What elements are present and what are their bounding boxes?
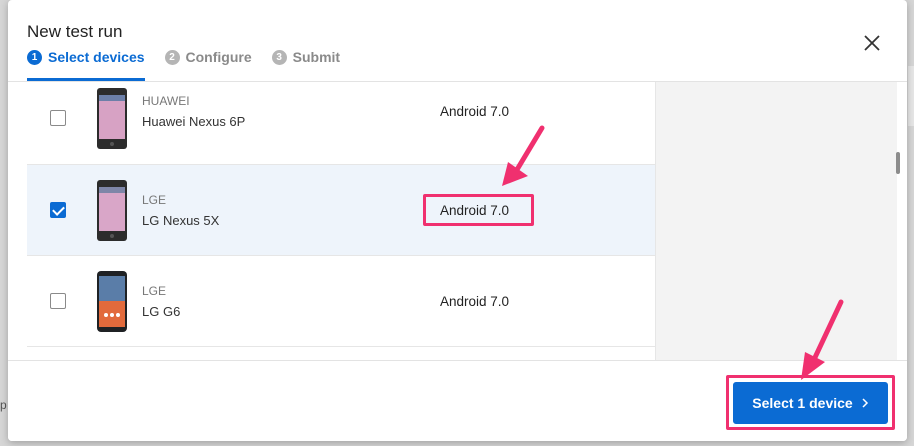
device-model: Huawei Nexus 6P bbox=[142, 114, 246, 129]
wizard-steps: 1 Select devices 2 Configure 3 Submit bbox=[27, 47, 360, 82]
step-configure[interactable]: 2 Configure bbox=[164, 47, 252, 67]
side-panel bbox=[656, 82, 897, 360]
backdrop-edge bbox=[908, 66, 914, 126]
device-os: Android 7.0 bbox=[440, 104, 510, 119]
step-label: Submit bbox=[292, 49, 341, 65]
step-label: Configure bbox=[185, 49, 252, 65]
step-number: 3 bbox=[271, 49, 287, 65]
dialog-footer: Select 1 device bbox=[8, 360, 907, 441]
device-model: LG Nexus 5X bbox=[142, 213, 220, 228]
step-label: Select devices bbox=[48, 49, 145, 65]
annotation-arrow-icon bbox=[502, 125, 545, 186]
new-test-run-dialog: New test run 1 Select devices 2 Configur… bbox=[8, 0, 907, 441]
select-devices-button[interactable]: Select 1 device bbox=[733, 382, 888, 424]
device-maker: LGE bbox=[142, 193, 167, 207]
step-number: 1 bbox=[27, 49, 42, 65]
device-os: Android 7.0 bbox=[440, 294, 510, 309]
step-select-devices[interactable]: 1 Select devices bbox=[27, 47, 145, 81]
device-maker: HUAWEI bbox=[142, 94, 190, 108]
device-row[interactable]: LGE LG G6 Android 7.0 bbox=[27, 256, 655, 347]
dialog-title: New test run bbox=[27, 22, 123, 41]
close-icon bbox=[864, 35, 880, 51]
chevron-right-icon bbox=[862, 398, 868, 408]
select-devices-button-label: Select 1 device bbox=[752, 395, 853, 411]
device-model: LG G6 bbox=[142, 304, 181, 319]
phone-image bbox=[97, 271, 127, 332]
annotation-arrow-icon bbox=[801, 299, 844, 380]
close-button[interactable] bbox=[861, 32, 883, 54]
device-row[interactable]: HUAWEI Huawei Nexus 6P Android 7.0 bbox=[27, 82, 655, 165]
device-row[interactable]: LGE LG Nexus 5X Android 7.0 bbox=[27, 165, 655, 256]
device-list: HUAWEI Huawei Nexus 6P Android 7.0 LGE L… bbox=[27, 82, 656, 360]
annotation-highlight-box bbox=[423, 194, 534, 226]
scrollbar[interactable] bbox=[896, 152, 900, 174]
step-submit[interactable]: 3 Submit bbox=[271, 47, 341, 67]
backdrop-text: p bbox=[0, 398, 7, 412]
device-checkbox[interactable] bbox=[50, 202, 66, 218]
device-maker: LGE bbox=[142, 284, 167, 298]
phone-image bbox=[97, 88, 127, 149]
phone-image bbox=[97, 180, 127, 241]
device-checkbox[interactable] bbox=[50, 293, 66, 309]
step-number: 2 bbox=[164, 49, 180, 65]
device-checkbox[interactable] bbox=[50, 110, 66, 126]
dialog-header: New test run 1 Select devices 2 Configur… bbox=[8, 0, 907, 82]
